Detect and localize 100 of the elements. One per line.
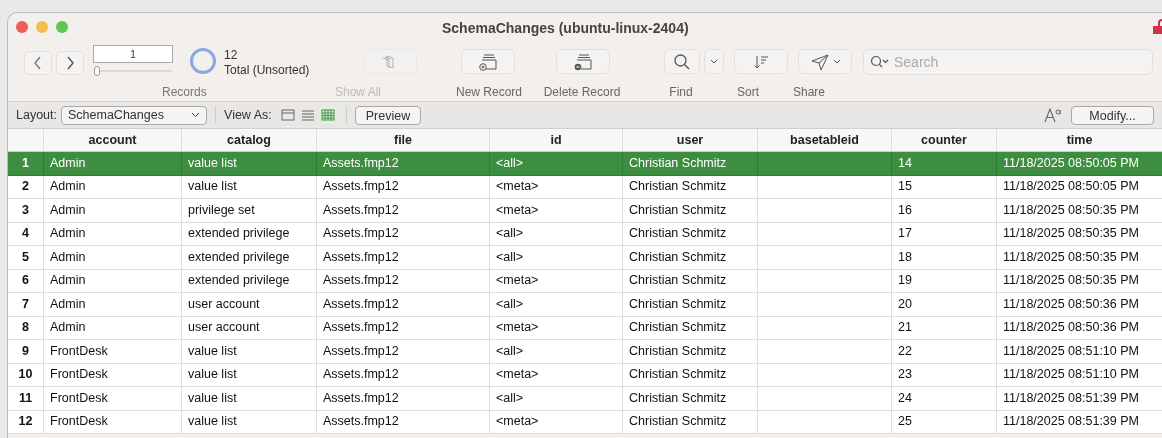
table-row[interactable]: 1 Admin value list Assets.fmp12 <all> Christian Schmitz 14 11/18/2025 08:50:05 PM bbox=[8, 152, 1162, 176]
zoom-button[interactable] bbox=[56, 21, 68, 33]
table-row[interactable]: 8 Admin user account Assets.fmp12 <meta> Christian Schmitz 21 11/18/2025 08:50:36 PM bbox=[8, 316, 1162, 340]
table-cell-text: <meta> bbox=[496, 413, 539, 431]
preview-button[interactable]: Preview bbox=[354, 105, 422, 125]
font-size-icon[interactable] bbox=[1044, 107, 1061, 123]
table-cell-text: 22 bbox=[898, 342, 912, 360]
table-row[interactable]: 6 Admin extended privilege Assets.fmp12 <meta> Christian Schmitz 19 11/18/2025 08:50:35 PM bbox=[8, 269, 1162, 293]
column-header[interactable]: basetableid bbox=[758, 129, 892, 151]
close-button[interactable] bbox=[16, 21, 28, 33]
table-cell-text: Admin bbox=[50, 154, 86, 172]
table-cell-text: 18 bbox=[898, 248, 912, 266]
column-header[interactable]: user bbox=[623, 129, 758, 151]
table-cell-text: <meta> bbox=[496, 178, 539, 196]
column-header[interactable]: counter bbox=[892, 129, 997, 151]
column-header[interactable]: id bbox=[490, 129, 623, 151]
layout-dropdown[interactable]: SchemaChanges bbox=[61, 105, 207, 125]
caret-icon bbox=[710, 58, 718, 65]
minimize-button[interactable] bbox=[36, 21, 48, 33]
table-row[interactable]: 11 FrontDesk value list Assets.fmp12 <all> Christian Schmitz 24 11/18/2025 08:51:39 PM bbox=[8, 387, 1162, 411]
table-cell-text: FrontDesk bbox=[50, 366, 108, 384]
modify-button[interactable]: Modify... bbox=[1071, 105, 1154, 125]
remove-record-icon bbox=[572, 52, 594, 71]
row-number: 10 bbox=[8, 363, 44, 386]
table-cell-text: 11/18/2025 08:50:35 PM bbox=[1003, 272, 1139, 290]
find-button[interactable] bbox=[664, 49, 700, 74]
sort-icon bbox=[753, 53, 769, 70]
table-cell-text: Christian Schmitz bbox=[629, 272, 727, 290]
row-number: 3 bbox=[8, 199, 44, 222]
table-cell-text: 11/18/2025 08:50:05 PM bbox=[1003, 154, 1139, 172]
column-header[interactable]: account bbox=[44, 129, 182, 151]
table-row[interactable]: 7 Admin user account Assets.fmp12 <all> Christian Schmitz 20 11/18/2025 08:50:36 PM bbox=[8, 293, 1162, 317]
button-label: Find bbox=[668, 84, 694, 101]
table-cell-text: 24 bbox=[898, 389, 912, 407]
previous-button[interactable] bbox=[24, 51, 52, 75]
table-cell-text: value list bbox=[188, 342, 237, 360]
table-cell-text: extended privilege bbox=[188, 248, 290, 266]
table-cell-text: <meta> bbox=[496, 319, 539, 337]
table-cell-text: <meta> bbox=[496, 272, 539, 290]
table-row[interactable]: 9 FrontDesk value list Assets.fmp12 <all> Christian Schmitz 22 11/18/2025 08:51:10 PM bbox=[8, 340, 1162, 364]
column-header[interactable]: catalog bbox=[182, 129, 317, 151]
table-view-button[interactable] bbox=[317, 106, 338, 124]
table-cell-text: <all> bbox=[496, 389, 524, 407]
table-cell-text: 11/18/2025 08:50:36 PM bbox=[1003, 295, 1139, 313]
new-record-button[interactable] bbox=[461, 49, 515, 74]
table-cell-text: value list bbox=[188, 178, 237, 196]
table-cell-text: 11/18/2025 08:50:05 PM bbox=[1003, 178, 1139, 196]
table-cell-text: Assets.fmp12 bbox=[323, 154, 399, 172]
table-cell-text: Admin bbox=[50, 248, 86, 266]
table-row[interactable]: 2 Admin value list Assets.fmp12 <meta> Christian Schmitz 15 11/18/2025 08:50:05 PM bbox=[8, 175, 1162, 199]
next-button[interactable] bbox=[56, 51, 84, 75]
table-cell-text: 11/18/2025 08:51:39 PM bbox=[1003, 413, 1139, 431]
table-cell-text: Assets.fmp12 bbox=[323, 295, 399, 313]
table-cell-text: 11/18/2025 08:50:36 PM bbox=[1003, 319, 1139, 337]
record-pie-icon bbox=[190, 48, 216, 74]
table-row[interactable]: 4 Admin extended privilege Assets.fmp12 <all> Christian Schmitz 17 11/18/2025 08:50:35 PM bbox=[8, 222, 1162, 246]
records-label: Records bbox=[162, 84, 207, 101]
column-header[interactable]: time bbox=[997, 129, 1162, 151]
table-cell-text: value list bbox=[188, 154, 237, 172]
view-as-label: View As: bbox=[224, 106, 272, 124]
delete-record-button[interactable] bbox=[556, 49, 610, 74]
row-number: 7 bbox=[8, 293, 44, 316]
sort-button[interactable] bbox=[734, 49, 788, 74]
table-cell-text: Christian Schmitz bbox=[629, 319, 727, 337]
table-row[interactable]: 5 Admin extended privilege Assets.fmp12 <all> Christian Schmitz 18 11/18/2025 08:50:35 PM bbox=[8, 246, 1162, 270]
slider-thumb[interactable] bbox=[94, 66, 101, 76]
column-header[interactable]: file bbox=[317, 129, 490, 151]
table-cell-text: value list bbox=[188, 366, 237, 384]
row-number: 12 bbox=[8, 410, 44, 433]
table-cell-text: Assets.fmp12 bbox=[323, 319, 399, 337]
table-cell-text: <meta> bbox=[496, 201, 539, 219]
layout-label: Layout: bbox=[16, 106, 57, 124]
table-row[interactable]: 3 Admin privilege set Assets.fmp12 <meta> Christian Schmitz 16 11/18/2025 08:50:35 PM bbox=[8, 199, 1162, 223]
table-cell-text: Assets.fmp12 bbox=[323, 413, 399, 431]
table-cell-text: extended privilege bbox=[188, 225, 290, 243]
table-row[interactable]: 12 FrontDesk value list Assets.fmp12 <meta> Christian Schmitz 25 11/18/2025 08:51:39 PM bbox=[8, 410, 1162, 434]
button-label: Sort bbox=[736, 84, 760, 101]
row-number: 8 bbox=[8, 316, 44, 339]
row-number: 1 bbox=[8, 152, 44, 175]
table-cell-text: 23 bbox=[898, 366, 912, 384]
table-cell-text: Admin bbox=[50, 225, 86, 243]
search-field[interactable]: Search bbox=[863, 49, 1153, 75]
table-cell-text: 11/18/2025 08:51:10 PM bbox=[1003, 342, 1139, 360]
window-title: SchemaChanges (ubuntu-linux-2404) bbox=[442, 19, 689, 38]
table-cell-text: <all> bbox=[496, 225, 524, 243]
table-cell-text: Assets.fmp12 bbox=[323, 178, 399, 196]
table-cell-text: Assets.fmp12 bbox=[323, 272, 399, 290]
table-cell-text: <all> bbox=[496, 295, 524, 313]
table-cell-text: <all> bbox=[496, 154, 524, 172]
row-number: 5 bbox=[8, 246, 44, 269]
table-cell-text: Admin bbox=[50, 319, 86, 337]
table-cell-text: Christian Schmitz bbox=[629, 342, 727, 360]
table-row[interactable]: 10 FrontDesk value list Assets.fmp12 <meta> Christian Schmitz 23 11/18/2025 08:51:10 PM bbox=[8, 363, 1162, 387]
record-number-field[interactable]: 1 bbox=[93, 45, 173, 63]
table-cell-text: <meta> bbox=[496, 366, 539, 384]
table-cell-text: 11/18/2025 08:50:35 PM bbox=[1003, 225, 1139, 243]
table-cell-text: <all> bbox=[496, 342, 524, 360]
table-cell-text: user account bbox=[188, 319, 260, 337]
table-cell-text: value list bbox=[188, 413, 237, 431]
share-button[interactable] bbox=[798, 49, 852, 74]
